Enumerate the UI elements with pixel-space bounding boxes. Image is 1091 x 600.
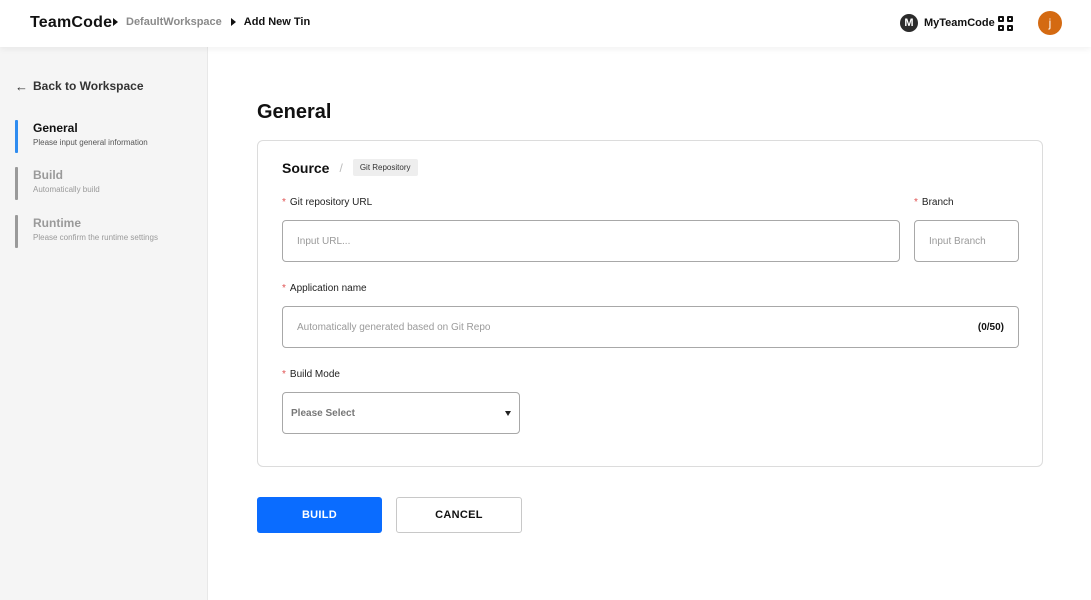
teamcode-logo[interactable]: TeamCode bbox=[30, 14, 112, 32]
breadcrumb-workspace[interactable]: DefaultWorkspace bbox=[126, 16, 222, 28]
source-card: Source / Git Repository * Git repository … bbox=[257, 140, 1043, 467]
cancel-button[interactable]: CANCEL bbox=[396, 497, 522, 533]
arrow-left-icon: ← bbox=[15, 78, 28, 94]
sidebar-step-general[interactable]: General Please input general information bbox=[15, 119, 205, 155]
back-to-workspace-link[interactable]: ← Back to Workspace bbox=[15, 79, 144, 93]
sidebar-step-runtime[interactable]: Runtime Please confirm the runtime setti… bbox=[15, 214, 205, 250]
breadcrumb: DefaultWorkspace Add New Tin bbox=[113, 16, 310, 28]
branch-field[interactable] bbox=[914, 220, 1019, 262]
git-url-input[interactable] bbox=[297, 235, 885, 247]
grid-cell bbox=[998, 16, 1004, 22]
team-name: MyTeamCode bbox=[924, 17, 995, 29]
required-mark: * bbox=[282, 369, 286, 380]
back-label: Back to Workspace bbox=[33, 79, 144, 93]
char-counter: (0/50) bbox=[977, 321, 1004, 333]
build-mode-value: Please Select bbox=[291, 407, 355, 419]
team-switcher[interactable]: M MyTeamCode bbox=[900, 14, 995, 32]
branch-label: * Branch bbox=[914, 197, 954, 208]
user-avatar[interactable]: j bbox=[1038, 11, 1062, 35]
required-mark: * bbox=[282, 197, 286, 208]
label-text: Application name bbox=[289, 283, 367, 294]
required-mark: * bbox=[914, 197, 918, 208]
top-bar: TeamCode DefaultWorkspace Add New Tin M … bbox=[0, 0, 1091, 47]
source-type-tag: Git Repository bbox=[352, 159, 418, 176]
apps-grid-icon[interactable] bbox=[998, 16, 1013, 31]
app-name-field[interactable]: (0/50) bbox=[282, 306, 1019, 348]
sidebar-step-build[interactable]: Build Automatically build bbox=[15, 166, 205, 202]
branch-input[interactable] bbox=[929, 235, 1004, 247]
page-title: General bbox=[257, 101, 332, 123]
step-description: Please input general information bbox=[33, 138, 148, 147]
header-divider: / bbox=[339, 160, 343, 175]
source-header: Source / Git Repository bbox=[282, 159, 418, 176]
label-text: Git repository URL bbox=[289, 197, 373, 208]
git-url-field[interactable] bbox=[282, 220, 900, 262]
build-mode-label: * Build Mode bbox=[282, 369, 340, 380]
build-button[interactable]: BUILD bbox=[257, 497, 382, 533]
breadcrumb-arrow-icon bbox=[113, 18, 118, 26]
grid-cell bbox=[1007, 16, 1013, 22]
build-mode-select[interactable]: Please Select bbox=[282, 392, 520, 434]
grid-cell bbox=[998, 25, 1004, 31]
git-url-label: * Git repository URL bbox=[282, 197, 372, 208]
step-title: Runtime bbox=[33, 216, 81, 230]
step-description: Please confirm the runtime settings bbox=[33, 233, 158, 242]
label-text: Branch bbox=[921, 197, 954, 208]
breadcrumb-arrow-icon bbox=[230, 18, 236, 26]
step-title: General bbox=[33, 121, 78, 135]
caret-down-icon bbox=[505, 410, 511, 416]
step-title: Build bbox=[33, 168, 63, 182]
step-description: Automatically build bbox=[33, 185, 100, 194]
label-text: Build Mode bbox=[289, 369, 340, 380]
grid-cell bbox=[1007, 25, 1013, 31]
app-name-label: * Application name bbox=[282, 283, 367, 294]
app-name-input[interactable] bbox=[297, 321, 970, 333]
breadcrumb-current: Add New Tin bbox=[243, 16, 311, 28]
source-title: Source bbox=[282, 159, 330, 176]
team-avatar: M bbox=[900, 14, 918, 32]
required-mark: * bbox=[282, 283, 286, 294]
sidebar: ← Back to Workspace General Please input… bbox=[0, 47, 208, 600]
